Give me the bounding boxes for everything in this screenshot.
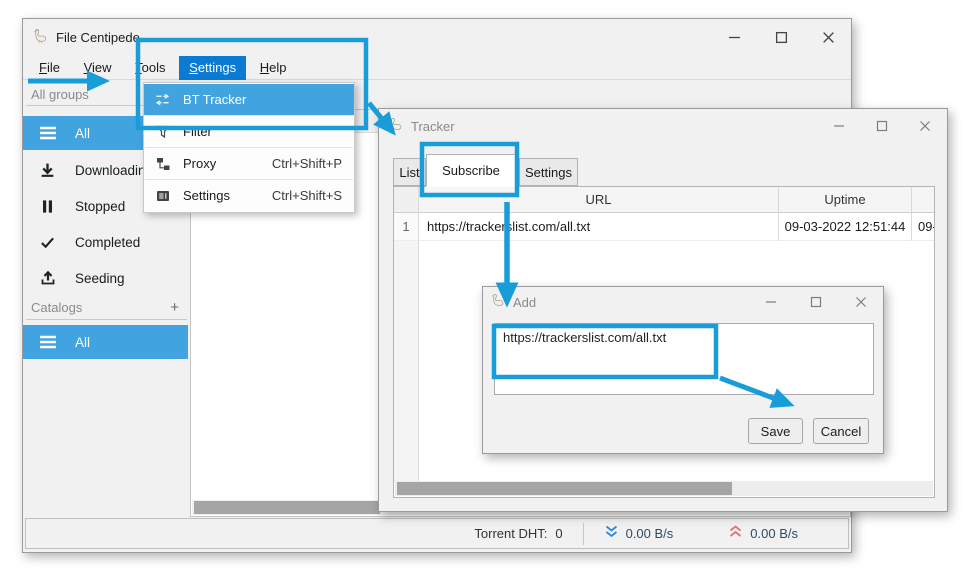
maximize-icon[interactable] xyxy=(807,294,824,311)
network-icon xyxy=(155,156,170,171)
tab-list[interactable]: List xyxy=(393,158,426,186)
menu-item-filter[interactable]: Filter xyxy=(144,116,354,147)
column-header-url[interactable]: URL xyxy=(419,187,779,213)
uptime-cell[interactable]: 09-03-2022 12:51:44 xyxy=(779,213,912,241)
add-dialog: Add https://trackerslist.com/all.txt Sav… xyxy=(482,286,884,454)
double-chevron-down-icon xyxy=(604,525,619,542)
sidebar-item-completed[interactable]: Completed xyxy=(23,225,188,259)
window-title: Tracker xyxy=(411,119,455,134)
maximize-icon[interactable] xyxy=(873,118,890,135)
column-header-clipped[interactable] xyxy=(912,187,935,213)
menu-view[interactable]: View xyxy=(74,56,122,80)
sidebar-catalog-item-all[interactable]: All xyxy=(23,325,188,359)
sidebar-item-label: All xyxy=(75,126,90,141)
url-cell[interactable]: https://trackerslist.com/all.txt xyxy=(419,213,779,241)
close-icon[interactable] xyxy=(852,294,869,311)
funnel-icon xyxy=(155,124,170,139)
menu-item-settings[interactable]: Settings Ctrl+Shift+S xyxy=(144,180,354,211)
tab-subscribe[interactable]: Subscribe xyxy=(426,154,516,187)
horizontal-scrollbar[interactable] xyxy=(395,481,933,496)
download-speed: 0.00 B/s xyxy=(626,526,674,541)
menu-item-proxy[interactable]: Proxy Ctrl+Shift+P xyxy=(144,148,354,179)
add-catalog-button[interactable]: + xyxy=(166,299,183,316)
window-title: File Centipede xyxy=(56,30,140,45)
menubar: File View Tools Settings Help xyxy=(23,56,851,80)
status-bar: Torrent DHT: 0 0.00 B/s 0.00 B/s xyxy=(25,518,849,549)
menu-item-label: Proxy xyxy=(183,156,216,171)
double-chevron-up-icon xyxy=(728,525,743,542)
close-icon[interactable] xyxy=(820,29,837,46)
catalogs-label: Catalogs xyxy=(31,300,82,315)
statusbar-separator xyxy=(583,523,584,545)
menu-help[interactable]: Help xyxy=(250,56,297,80)
main-window-controls xyxy=(726,19,851,56)
close-icon[interactable] xyxy=(916,118,933,135)
goose-app-icon xyxy=(491,293,505,312)
table-header-row: URL Uptime xyxy=(394,187,935,213)
row-number-cell: 1 xyxy=(394,213,419,241)
pause-icon xyxy=(38,198,57,215)
dht-value: 0 xyxy=(555,526,562,541)
sidebar-item-label: Downloading xyxy=(75,163,153,178)
menu-item-label: Settings xyxy=(183,188,230,203)
download-speed-group: 0.00 B/s xyxy=(604,525,674,542)
tracker-window-controls xyxy=(830,109,947,143)
settings-dropdown-menu: BT Tracker Filter Proxy Ctrl+Shift+P Set… xyxy=(143,82,355,213)
sidebar-item-seeding[interactable]: Seeding xyxy=(23,261,188,295)
group-filter-label[interactable]: All groups xyxy=(31,87,89,102)
catalogs-row: Catalogs + xyxy=(31,297,183,317)
minimize-icon[interactable] xyxy=(830,118,847,135)
url-textarea[interactable]: https://trackerslist.com/all.txt xyxy=(494,323,874,395)
minimize-icon[interactable] xyxy=(762,294,779,311)
horizontal-scrollbar-thumb[interactable] xyxy=(194,501,380,514)
window-title: Add xyxy=(513,295,536,310)
tab-label: List xyxy=(399,165,419,180)
tab-label: Settings xyxy=(525,165,572,180)
maximize-icon[interactable] xyxy=(773,29,790,46)
table-row[interactable]: 1 https://trackerslist.com/all.txt 09-03… xyxy=(394,213,935,241)
add-window-controls xyxy=(762,287,883,317)
menu-file[interactable]: File xyxy=(29,56,70,80)
sidebar-divider xyxy=(26,319,187,320)
upload-speed: 0.00 B/s xyxy=(750,526,798,541)
column-header-uptime[interactable]: Uptime xyxy=(779,187,912,213)
menu-item-shortcut: Ctrl+Shift+S xyxy=(272,188,342,203)
sidebar-item-label: Seeding xyxy=(75,271,125,286)
header-corner-cell xyxy=(394,187,419,213)
menu-tools[interactable]: Tools xyxy=(125,56,175,80)
upload-icon xyxy=(38,270,57,287)
menu-item-bt-tracker[interactable]: BT Tracker xyxy=(144,84,354,115)
menu-item-shortcut: Ctrl+Shift+P xyxy=(272,156,342,171)
menu-settings[interactable]: Settings xyxy=(179,56,246,80)
horizontal-scrollbar-thumb[interactable] xyxy=(397,482,732,495)
sidebar-item-label: Completed xyxy=(75,235,140,250)
download-icon xyxy=(38,162,57,179)
upload-speed-group: 0.00 B/s xyxy=(728,525,798,542)
minimize-icon[interactable] xyxy=(726,29,743,46)
sidebar-item-label: Stopped xyxy=(75,199,125,214)
tab-settings[interactable]: Settings xyxy=(519,158,578,186)
cancel-button[interactable]: Cancel xyxy=(813,418,869,444)
tab-label: Subscribe xyxy=(442,163,500,178)
shuffle-icon xyxy=(155,92,170,107)
menu-item-label: BT Tracker xyxy=(183,92,246,107)
hamburger-icon xyxy=(38,125,57,142)
check-icon xyxy=(38,234,57,251)
sidebar-item-label: All xyxy=(75,335,90,350)
goose-app-icon xyxy=(33,28,48,48)
clipped-cell[interactable]: 09-0 xyxy=(912,213,935,241)
hamburger-icon xyxy=(38,334,57,351)
settings-panel-icon xyxy=(155,188,170,203)
dht-label: Torrent DHT: xyxy=(474,526,547,541)
menu-item-label: Filter xyxy=(183,124,212,139)
goose-app-icon xyxy=(389,117,403,136)
save-button[interactable]: Save xyxy=(748,418,803,444)
